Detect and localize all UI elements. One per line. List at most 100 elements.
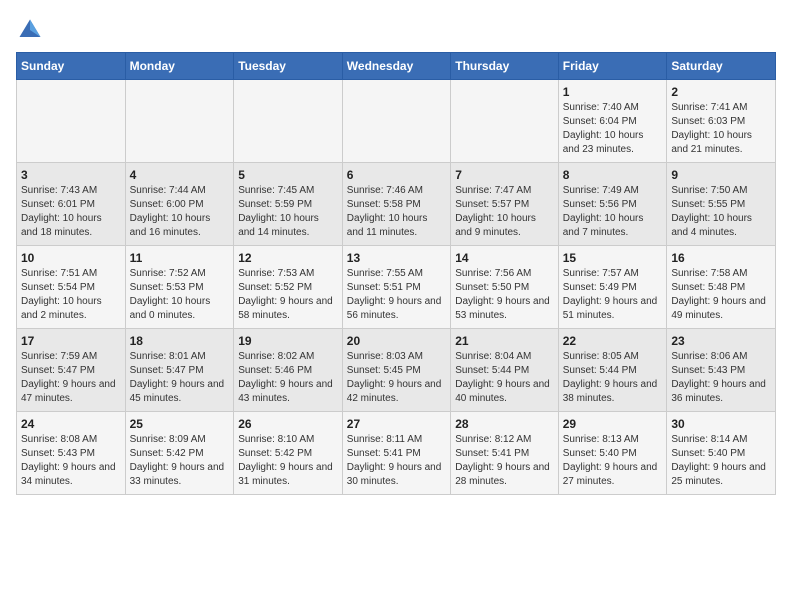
calendar-header: SundayMondayTuesdayWednesdayThursdayFrid… bbox=[17, 53, 776, 80]
page-header bbox=[16, 16, 776, 44]
calendar-cell: 25 Sunrise: 8:09 AM Sunset: 5:42 PM Dayli… bbox=[125, 412, 234, 495]
calendar-cell: 15 Sunrise: 7:57 AM Sunset: 5:49 PM Dayli… bbox=[558, 246, 667, 329]
calendar-cell: 28 Sunrise: 8:12 AM Sunset: 5:41 PM Dayli… bbox=[451, 412, 559, 495]
day-number: 29 bbox=[563, 417, 663, 431]
day-number: 15 bbox=[563, 251, 663, 265]
calendar-cell: 7Sunrise: 7:47 AM Sunset: 5:57 PM Daylig… bbox=[451, 163, 559, 246]
calendar-cell: 18Sunrise: 8:01 AM Sunset: 5:47 PM Dayli… bbox=[125, 329, 234, 412]
weekday-header-tuesday: Tuesday bbox=[234, 53, 343, 80]
calendar-cell bbox=[125, 80, 234, 163]
day-info: Sunrise: 8:10 AM Sunset: 5:42 PM Dayligh… bbox=[238, 433, 338, 489]
day-number: 22 bbox=[563, 334, 663, 348]
day-info: Sunrise: 8:04 AM Sunset: 5:44 PM Dayligh… bbox=[455, 350, 554, 406]
calendar-cell: 1 Sunrise: 7:40 AM Sunset: 6:04 PM Daylig… bbox=[558, 80, 667, 163]
day-info: Sunrise: 7:40 AM Sunset: 6:04 PM Dayligh… bbox=[563, 101, 663, 157]
day-info: Sunrise: 8:12 AM Sunset: 5:41 PM Dayligh… bbox=[455, 433, 554, 489]
day-number: 24 bbox=[21, 417, 121, 431]
calendar-cell: 21 Sunrise: 8:04 AM Sunset: 5:44 PM Dayli… bbox=[451, 329, 559, 412]
calendar-cell: 8 Sunrise: 7:49 AM Sunset: 5:56 PM Daylig… bbox=[558, 163, 667, 246]
calendar-week-4: 17 Sunrise: 7:59 AM Sunset: 5:47 PM Dayli… bbox=[17, 329, 776, 412]
weekday-header-saturday: Saturday bbox=[667, 53, 776, 80]
day-number: 6 bbox=[347, 168, 446, 182]
day-info: Sunrise: 8:13 AM Sunset: 5:40 PM Dayligh… bbox=[563, 433, 663, 489]
calendar-week-3: 10Sunrise: 7:51 AM Sunset: 5:54 PM Dayli… bbox=[17, 246, 776, 329]
weekday-header-wednesday: Wednesday bbox=[342, 53, 450, 80]
calendar-cell: 19 Sunrise: 8:02 AM Sunset: 5:46 PM Dayli… bbox=[234, 329, 343, 412]
day-number: 21 bbox=[455, 334, 554, 348]
day-info: Sunrise: 7:43 AM Sunset: 6:01 PM Dayligh… bbox=[21, 184, 121, 240]
day-info: Sunrise: 7:52 AM Sunset: 5:53 PM Dayligh… bbox=[130, 267, 230, 323]
day-info: Sunrise: 8:02 AM Sunset: 5:46 PM Dayligh… bbox=[238, 350, 338, 406]
logo-icon bbox=[16, 16, 44, 44]
day-info: Sunrise: 7:41 AM Sunset: 6:03 PM Dayligh… bbox=[671, 101, 771, 157]
day-number: 3 bbox=[21, 168, 121, 182]
calendar-cell: 9 Sunrise: 7:50 AM Sunset: 5:55 PM Daylig… bbox=[667, 163, 776, 246]
day-info: Sunrise: 8:08 AM Sunset: 5:43 PM Dayligh… bbox=[21, 433, 121, 489]
day-number: 2 bbox=[671, 85, 771, 99]
day-info: Sunrise: 7:44 AM Sunset: 6:00 PM Dayligh… bbox=[130, 184, 230, 240]
day-info: Sunrise: 7:53 AM Sunset: 5:52 PM Dayligh… bbox=[238, 267, 338, 323]
day-info: Sunrise: 7:51 AM Sunset: 5:54 PM Dayligh… bbox=[21, 267, 121, 323]
calendar-cell: 10Sunrise: 7:51 AM Sunset: 5:54 PM Dayli… bbox=[17, 246, 126, 329]
day-number: 8 bbox=[563, 168, 663, 182]
calendar-cell: 6 Sunrise: 7:46 AM Sunset: 5:58 PM Daylig… bbox=[342, 163, 450, 246]
day-info: Sunrise: 7:50 AM Sunset: 5:55 PM Dayligh… bbox=[671, 184, 771, 240]
calendar-cell: 20Sunrise: 8:03 AM Sunset: 5:45 PM Dayli… bbox=[342, 329, 450, 412]
day-number: 14 bbox=[455, 251, 554, 265]
day-info: Sunrise: 7:46 AM Sunset: 5:58 PM Dayligh… bbox=[347, 184, 446, 240]
calendar-cell: 17 Sunrise: 7:59 AM Sunset: 5:47 PM Dayli… bbox=[17, 329, 126, 412]
day-info: Sunrise: 7:45 AM Sunset: 5:59 PM Dayligh… bbox=[238, 184, 338, 240]
day-number: 7 bbox=[455, 168, 554, 182]
day-info: Sunrise: 7:56 AM Sunset: 5:50 PM Dayligh… bbox=[455, 267, 554, 323]
calendar-cell: 14 Sunrise: 7:56 AM Sunset: 5:50 PM Dayli… bbox=[451, 246, 559, 329]
calendar-cell: 3 Sunrise: 7:43 AM Sunset: 6:01 PM Daylig… bbox=[17, 163, 126, 246]
day-number: 16 bbox=[671, 251, 771, 265]
day-info: Sunrise: 7:49 AM Sunset: 5:56 PM Dayligh… bbox=[563, 184, 663, 240]
day-number: 20 bbox=[347, 334, 446, 348]
day-number: 11 bbox=[130, 251, 230, 265]
calendar-cell: 11 Sunrise: 7:52 AM Sunset: 5:53 PM Dayli… bbox=[125, 246, 234, 329]
day-number: 25 bbox=[130, 417, 230, 431]
weekday-header-thursday: Thursday bbox=[451, 53, 559, 80]
day-info: Sunrise: 8:09 AM Sunset: 5:42 PM Dayligh… bbox=[130, 433, 230, 489]
day-number: 5 bbox=[238, 168, 338, 182]
day-info: Sunrise: 8:06 AM Sunset: 5:43 PM Dayligh… bbox=[671, 350, 771, 406]
day-number: 17 bbox=[21, 334, 121, 348]
day-info: Sunrise: 7:57 AM Sunset: 5:49 PM Dayligh… bbox=[563, 267, 663, 323]
day-number: 30 bbox=[671, 417, 771, 431]
day-number: 28 bbox=[455, 417, 554, 431]
day-number: 26 bbox=[238, 417, 338, 431]
day-number: 19 bbox=[238, 334, 338, 348]
calendar-cell: 29 Sunrise: 8:13 AM Sunset: 5:40 PM Dayli… bbox=[558, 412, 667, 495]
day-number: 13 bbox=[347, 251, 446, 265]
day-number: 27 bbox=[347, 417, 446, 431]
day-number: 23 bbox=[671, 334, 771, 348]
calendar-cell: 16Sunrise: 7:58 AM Sunset: 5:48 PM Dayli… bbox=[667, 246, 776, 329]
day-info: Sunrise: 8:05 AM Sunset: 5:44 PM Dayligh… bbox=[563, 350, 663, 406]
day-info: Sunrise: 7:59 AM Sunset: 5:47 PM Dayligh… bbox=[21, 350, 121, 406]
day-number: 12 bbox=[238, 251, 338, 265]
calendar-cell: 27 Sunrise: 8:11 AM Sunset: 5:41 PM Dayli… bbox=[342, 412, 450, 495]
calendar-cell bbox=[234, 80, 343, 163]
calendar-cell: 30 Sunrise: 8:14 AM Sunset: 5:40 PM Dayli… bbox=[667, 412, 776, 495]
day-info: Sunrise: 7:55 AM Sunset: 5:51 PM Dayligh… bbox=[347, 267, 446, 323]
calendar-table: SundayMondayTuesdayWednesdayThursdayFrid… bbox=[16, 52, 776, 495]
calendar-cell: 23 Sunrise: 8:06 AM Sunset: 5:43 PM Dayli… bbox=[667, 329, 776, 412]
day-number: 9 bbox=[671, 168, 771, 182]
calendar-cell: 12 Sunrise: 7:53 AM Sunset: 5:52 PM Dayli… bbox=[234, 246, 343, 329]
calendar-cell: 22 Sunrise: 8:05 AM Sunset: 5:44 PM Dayli… bbox=[558, 329, 667, 412]
day-info: Sunrise: 8:14 AM Sunset: 5:40 PM Dayligh… bbox=[671, 433, 771, 489]
calendar-cell: 24 Sunrise: 8:08 AM Sunset: 5:43 PM Dayli… bbox=[17, 412, 126, 495]
day-info: Sunrise: 8:01 AM Sunset: 5:47 PM Dayligh… bbox=[130, 350, 230, 406]
calendar-cell bbox=[451, 80, 559, 163]
calendar-week-5: 24 Sunrise: 8:08 AM Sunset: 5:43 PM Dayli… bbox=[17, 412, 776, 495]
weekday-header-monday: Monday bbox=[125, 53, 234, 80]
day-number: 1 bbox=[563, 85, 663, 99]
weekday-header-friday: Friday bbox=[558, 53, 667, 80]
day-number: 4 bbox=[130, 168, 230, 182]
weekday-header-sunday: Sunday bbox=[17, 53, 126, 80]
calendar-cell: 5 Sunrise: 7:45 AM Sunset: 5:59 PM Daylig… bbox=[234, 163, 343, 246]
day-info: Sunrise: 8:11 AM Sunset: 5:41 PM Dayligh… bbox=[347, 433, 446, 489]
calendar-cell bbox=[342, 80, 450, 163]
logo bbox=[16, 16, 48, 44]
